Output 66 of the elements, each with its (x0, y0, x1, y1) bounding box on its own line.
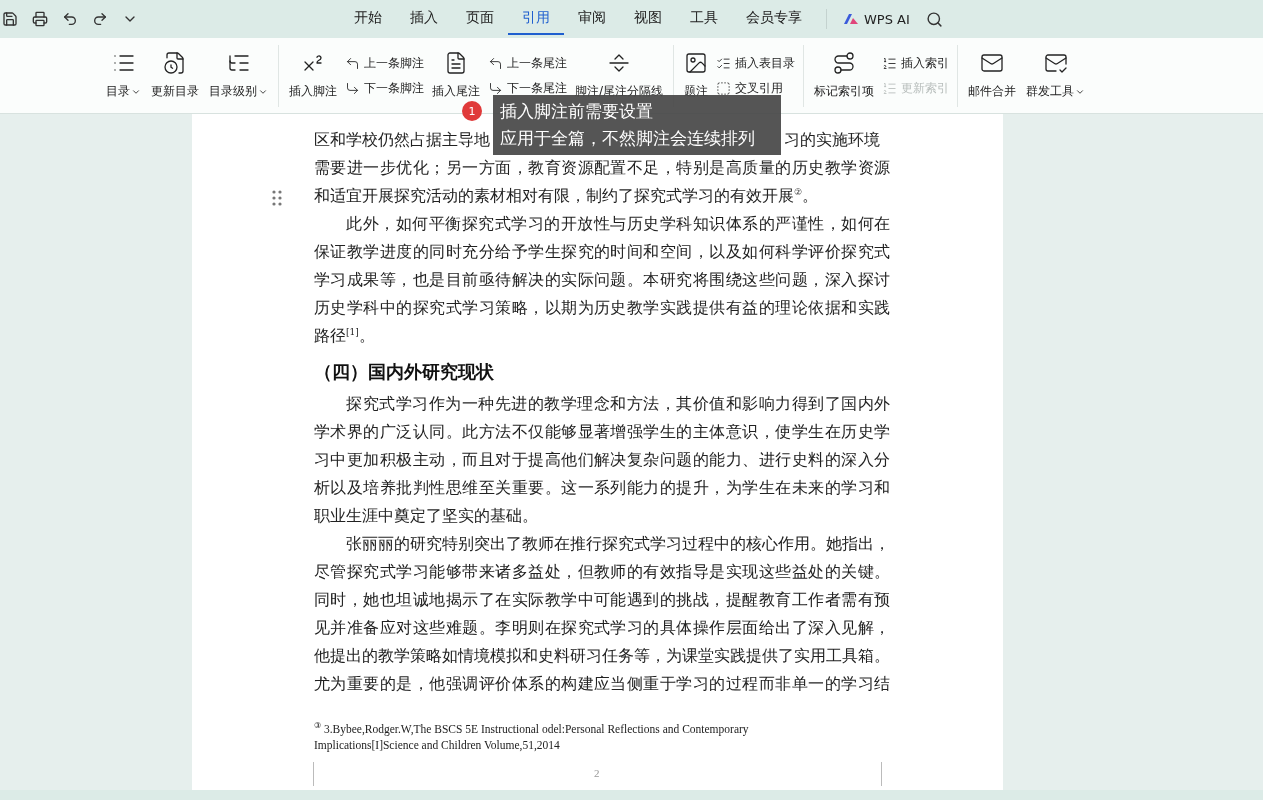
page-number: 2 (594, 766, 600, 779)
body-text: 学术界的广泛认同。此方法不仅能够显著增强学生的主体意识，使学生在历史学 (314, 422, 890, 443)
arrow-down-right-icon (488, 80, 503, 96)
body-text: 析以及培养批判性思维至关重要。这一系列能力的提升，为学生在未来的学习和 (314, 478, 890, 499)
ribbon-button[interactable]: 上一条脚注 (345, 54, 424, 72)
body-text: 路径$^{[1]}$。 (314, 325, 376, 347)
ribbon-button[interactable]: 目录级别 (207, 49, 270, 102)
ribbon-tab[interactable]: 工具 (676, 3, 732, 35)
body-text: 尤为重要的是，他强调评价体系的构建应当侧重于学习的过程而非单一的学习结 (314, 674, 890, 695)
document-icon (444, 51, 468, 75)
ribbon-button[interactable]: 目录 (104, 49, 143, 102)
ribbon-button[interactable]: 上一条尾注 (488, 54, 567, 72)
ribbon-button[interactable]: 下一条尾注 (488, 79, 567, 97)
route-icon (832, 51, 857, 75)
list-icon (716, 55, 732, 71)
ribbon-tab[interactable]: 视图 (620, 3, 676, 35)
body-text: 习中更加积极主动，而且对于提高他们解决复杂问题的能力、进行史料的深入分 (314, 450, 890, 471)
list-icon (882, 80, 898, 96)
body-text: 和适宜开展探究活动的素材相对有限，制约了探究式学习的有效开展$^{②}$。 (314, 185, 819, 207)
ribbon-button[interactable]: 交叉引用 (716, 79, 796, 97)
ribbon-button[interactable]: 标记索引项 (812, 49, 877, 102)
ribbon-button[interactable]: 插入索引 (882, 54, 950, 72)
body-text: 学习成果等，也是目前亟待解决的实际问题。本研究将围绕这些问题，深入探讨 (314, 270, 890, 291)
footnote-text: Implications[I]Science and Children Volume,51,2014 (314, 737, 560, 753)
arrow-down-right-icon (345, 80, 360, 96)
body-text: 他提出的教学策略如情境模拟和史料研习任务等，为课堂实践提供了实用工具箱。 (314, 646, 890, 667)
body-text: 此外，如何平衡探究式学习的开放性与历史学科知识体系的严谨性，如何在 (346, 214, 890, 235)
body-text: 习的实施环境 (784, 130, 880, 151)
body-text: 需要进一步优化；另一方面，教育资源配置不足，特别是高质量的历史教学资源 (314, 158, 890, 179)
ribbon-tab[interactable]: 开始 (340, 3, 396, 35)
dashed-square-icon (716, 80, 732, 96)
tooltip: 插入脚注前需要设置 应用于全篇，不然脚注会连续排列 (493, 95, 781, 155)
arrow-up-left-icon (488, 55, 503, 71)
body-text: 尽管探究式学习能够带来诸多益处，但教师的有效指导是实现这些益处的关键。 (314, 562, 890, 583)
mail-check-icon (1043, 51, 1068, 75)
ribbon-button[interactable]: 群发工具 (1024, 49, 1088, 102)
ribbon-tab[interactable]: 审阅 (564, 3, 620, 35)
ribbon-button[interactable]: 更新目录 (149, 49, 201, 102)
ribbon-button[interactable]: 邮件合并 (966, 49, 1019, 102)
ribbon-tab[interactable]: 页面 (452, 3, 508, 35)
body-text: 探究式学习作为一种先进的教学理念和方法，其价值和影响力得到了国内外 (346, 394, 890, 415)
ribbon-button[interactable]: 下一条脚注 (345, 79, 424, 97)
body-text: 见并准备应对这些难题。李明则在探究式学习的具体操作层面给出了深入见解， (314, 618, 890, 639)
footnote-text: $^{③}$ 3.Bybee,Rodger.W,The BSCS 5E Instructional odel:Personal Reflections and Contemporary (314, 720, 749, 737)
ribbon-button[interactable]: 插入表目录 (716, 54, 796, 72)
ribbon-button[interactable]: 插入脚注 (287, 49, 339, 102)
ribbon-tab[interactable]: 引用 (508, 3, 564, 35)
print-preview-icon[interactable] (30, 9, 50, 29)
body-text: 区和学校仍然占据主导地 (314, 130, 490, 151)
ribbon-tab[interactable]: 插入 (396, 3, 452, 35)
image-icon (684, 51, 709, 75)
body-text: 职业生涯中奠定了坚实的基础。 (314, 506, 539, 527)
mail-icon (980, 51, 1005, 75)
ai-button[interactable]: WPS AI (837, 10, 916, 28)
body-text: 历史学科中的探究式学习策略，以期为历史教学实践提供有益的理论依据和实践 (314, 298, 890, 319)
save-icon[interactable] (0, 9, 20, 29)
ai-logo-icon (843, 13, 859, 25)
body-text: 保证教学进度的同时充分给予学生探究的时间和空间，以及如何科学评价探究式 (314, 242, 890, 263)
ribbon-tab[interactable]: 会员专享 (732, 3, 816, 35)
section-heading: （四）国内外研究现状 (314, 360, 494, 384)
body-text: 同时，她也坦诚地揭示了在实际教学中可能遇到的挑战，提醒教育工作者需有预 (314, 590, 890, 611)
ribbon-button[interactable]: 插入尾注 (430, 49, 482, 102)
arrow-up-left-icon (345, 55, 360, 71)
drag-handle-icon[interactable] (272, 190, 282, 206)
body-text: 张丽丽的研究特别突出了教师在推行探究式学习过程中的核心作用。她指出， (346, 534, 890, 555)
list-icon (882, 55, 898, 71)
